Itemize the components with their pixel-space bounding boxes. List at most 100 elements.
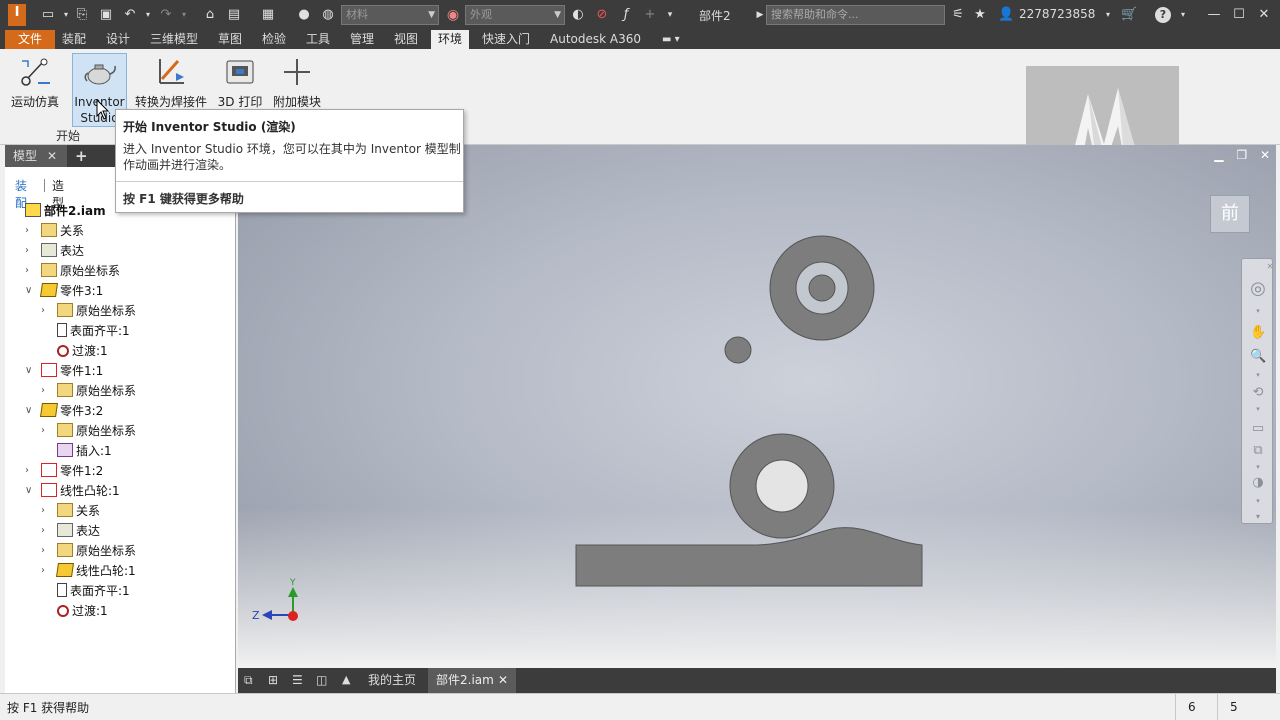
chevron-down-icon[interactable]: ▾: [176, 7, 192, 23]
user-icon[interactable]: 👤: [998, 7, 1014, 23]
tab-my-home[interactable]: 我的主页: [360, 668, 424, 693]
tree-node[interactable]: 过渡:1: [57, 341, 108, 361]
tab-design[interactable]: 设计: [99, 30, 137, 49]
dynamic-simulation-button[interactable]: 运动仿真: [8, 53, 62, 123]
view-cube[interactable]: 前: [1210, 195, 1250, 233]
tree-node[interactable]: › 原始坐标系: [41, 301, 136, 321]
expand-chevron-icon[interactable]: ∨: [25, 401, 37, 421]
redo-icon[interactable]: ↷: [158, 7, 174, 23]
ribbon-options-icon[interactable]: ▬ ▾: [655, 30, 687, 49]
user-name[interactable]: 2278723858: [1019, 7, 1095, 21]
zoom-icon[interactable]: 🔍: [1250, 349, 1266, 365]
chevron-down-icon[interactable]: ▾: [1250, 493, 1266, 509]
chevron-down-icon[interactable]: ▾: [1250, 303, 1266, 319]
save-icon[interactable]: ▣: [98, 7, 114, 23]
steering-wheel-icon[interactable]: ◎: [1250, 280, 1266, 298]
expand-chevron-icon[interactable]: ∨: [25, 281, 37, 301]
tree-node[interactable]: › 关系: [25, 221, 84, 241]
plus-icon[interactable]: +: [642, 7, 658, 23]
chevron-down-icon[interactable]: ▾: [58, 7, 74, 23]
expand-chevron-icon[interactable]: ›: [41, 381, 53, 401]
expand-chevron-icon[interactable]: ›: [41, 541, 53, 561]
update-icon[interactable]: ▤: [226, 7, 242, 23]
small-pin[interactable]: [724, 336, 752, 364]
fx-icon[interactable]: ƒ: [618, 7, 634, 23]
tab-tools[interactable]: 工具: [299, 30, 337, 49]
expand-chevron-icon[interactable]: ∨: [25, 481, 37, 501]
app-logo-icon[interactable]: I: [8, 4, 26, 26]
tree-node[interactable]: 过渡:1: [57, 601, 108, 621]
chevron-down-icon[interactable]: ▾: [1100, 7, 1116, 23]
linear-cam[interactable]: [575, 527, 923, 587]
expand-chevron-icon[interactable]: ›: [41, 501, 53, 521]
tree-node[interactable]: › 零件1:2: [25, 461, 103, 481]
free-orbit-icon[interactable]: ◑: [1250, 475, 1266, 491]
view-face-icon[interactable]: ⧉: [1250, 443, 1266, 459]
tab-document[interactable]: 部件2.iam ✕: [428, 668, 516, 693]
tree-node[interactable]: ∨ 零件3:2: [25, 401, 103, 421]
graphics-viewport[interactable]: ▁ ❐ ✕ Y Z 前 ✕ ◎ ▾ ✋ 🔍 ▾ ⟲ ▾ ▭ ⧉ ▾ ◑ ▾ ▾: [238, 145, 1276, 668]
tree-node[interactable]: ∨ 线性凸轮:1: [25, 481, 120, 501]
close-icon[interactable]: ✕: [47, 145, 57, 167]
minimize-icon[interactable]: —: [1206, 7, 1222, 23]
tree-node[interactable]: 部件2.iam: [25, 201, 106, 221]
close-icon[interactable]: ✕: [1262, 259, 1276, 275]
tab-sketch[interactable]: 草图: [211, 30, 249, 49]
tree-node[interactable]: › 原始坐标系: [41, 421, 136, 441]
look-at-icon[interactable]: ▭: [1250, 421, 1266, 437]
maximize-icon[interactable]: ☐: [1231, 7, 1247, 23]
tree-node[interactable]: 表面齐平:1: [57, 581, 130, 601]
appearance-combo[interactable]: 外观 ▼: [465, 5, 565, 25]
tree-node[interactable]: ∨ 零件1:1: [25, 361, 103, 381]
chevron-down-icon[interactable]: ▾: [1175, 7, 1191, 23]
measure-icon[interactable]: ●: [296, 7, 312, 23]
chevron-down-icon[interactable]: ▾: [1250, 459, 1266, 475]
expand-chevron-icon[interactable]: ›: [41, 301, 53, 321]
tree-node[interactable]: › 关系: [41, 501, 100, 521]
new-file-icon[interactable]: ▭: [40, 7, 56, 23]
tab-inspect[interactable]: 检验: [255, 30, 293, 49]
tab-3d-model[interactable]: 三维模型: [143, 30, 205, 49]
tab-assemble[interactable]: 装配: [55, 30, 93, 49]
expand-chevron-icon[interactable]: ∨: [25, 361, 37, 381]
cart-icon[interactable]: 🛒: [1121, 7, 1137, 23]
pan-icon[interactable]: ✋: [1250, 325, 1266, 341]
tab-file[interactable]: 文件: [5, 30, 56, 49]
tile-horizontal-icon[interactable]: ☰: [292, 673, 308, 687]
help-icon[interactable]: ?: [1155, 7, 1171, 23]
tree-node[interactable]: › 原始坐标系: [25, 261, 120, 281]
expand-chevron-icon[interactable]: ›: [25, 241, 37, 261]
orbit-icon[interactable]: ⟲: [1250, 385, 1266, 401]
cascade-icon[interactable]: ⧉: [244, 673, 260, 687]
tree-node[interactable]: › 线性凸轮:1: [41, 561, 136, 581]
star-icon[interactable]: ★: [972, 7, 988, 23]
home-icon[interactable]: ⌂: [202, 7, 218, 23]
customize-icon[interactable]: ▾: [662, 7, 678, 23]
tile-vertical-icon[interactable]: ◫: [316, 673, 332, 687]
search-input[interactable]: 搜索帮助和命令...: [766, 5, 945, 25]
expand-chevron-icon[interactable]: ›: [25, 221, 37, 241]
undo-icon[interactable]: ↶: [122, 7, 138, 23]
tab-environments[interactable]: 环境: [431, 30, 470, 49]
chevron-down-icon[interactable]: ▾: [1250, 401, 1266, 417]
adjust-icon[interactable]: ◐: [570, 7, 586, 23]
tree-node[interactable]: › 表达: [41, 521, 100, 541]
tab-manage[interactable]: 管理: [343, 30, 381, 49]
expand-chevron-icon[interactable]: ›: [41, 561, 53, 581]
tile-icon[interactable]: ⊞: [268, 673, 284, 687]
tree-node[interactable]: › 原始坐标系: [41, 381, 136, 401]
subscription-icon[interactable]: ⚟: [950, 7, 966, 23]
chevron-down-icon[interactable]: ▾: [1250, 367, 1266, 383]
select-icon[interactable]: ▦: [260, 7, 276, 23]
upper-roller-pin[interactable]: [808, 274, 836, 302]
tab-model[interactable]: 模型 ✕: [5, 145, 67, 167]
globe-icon[interactable]: ◍: [320, 7, 336, 23]
tree-node[interactable]: ∨ 零件3:1: [25, 281, 103, 301]
clear-icon[interactable]: ⊘: [594, 7, 610, 23]
tree-node[interactable]: 表面齐平:1: [57, 321, 130, 341]
close-icon[interactable]: ✕: [1256, 7, 1272, 23]
chevron-down-icon[interactable]: ▾: [140, 7, 156, 23]
tab-a360[interactable]: Autodesk A360: [543, 30, 648, 49]
expand-chevron-icon[interactable]: ›: [41, 521, 53, 541]
expand-chevron-icon[interactable]: ›: [25, 261, 37, 281]
